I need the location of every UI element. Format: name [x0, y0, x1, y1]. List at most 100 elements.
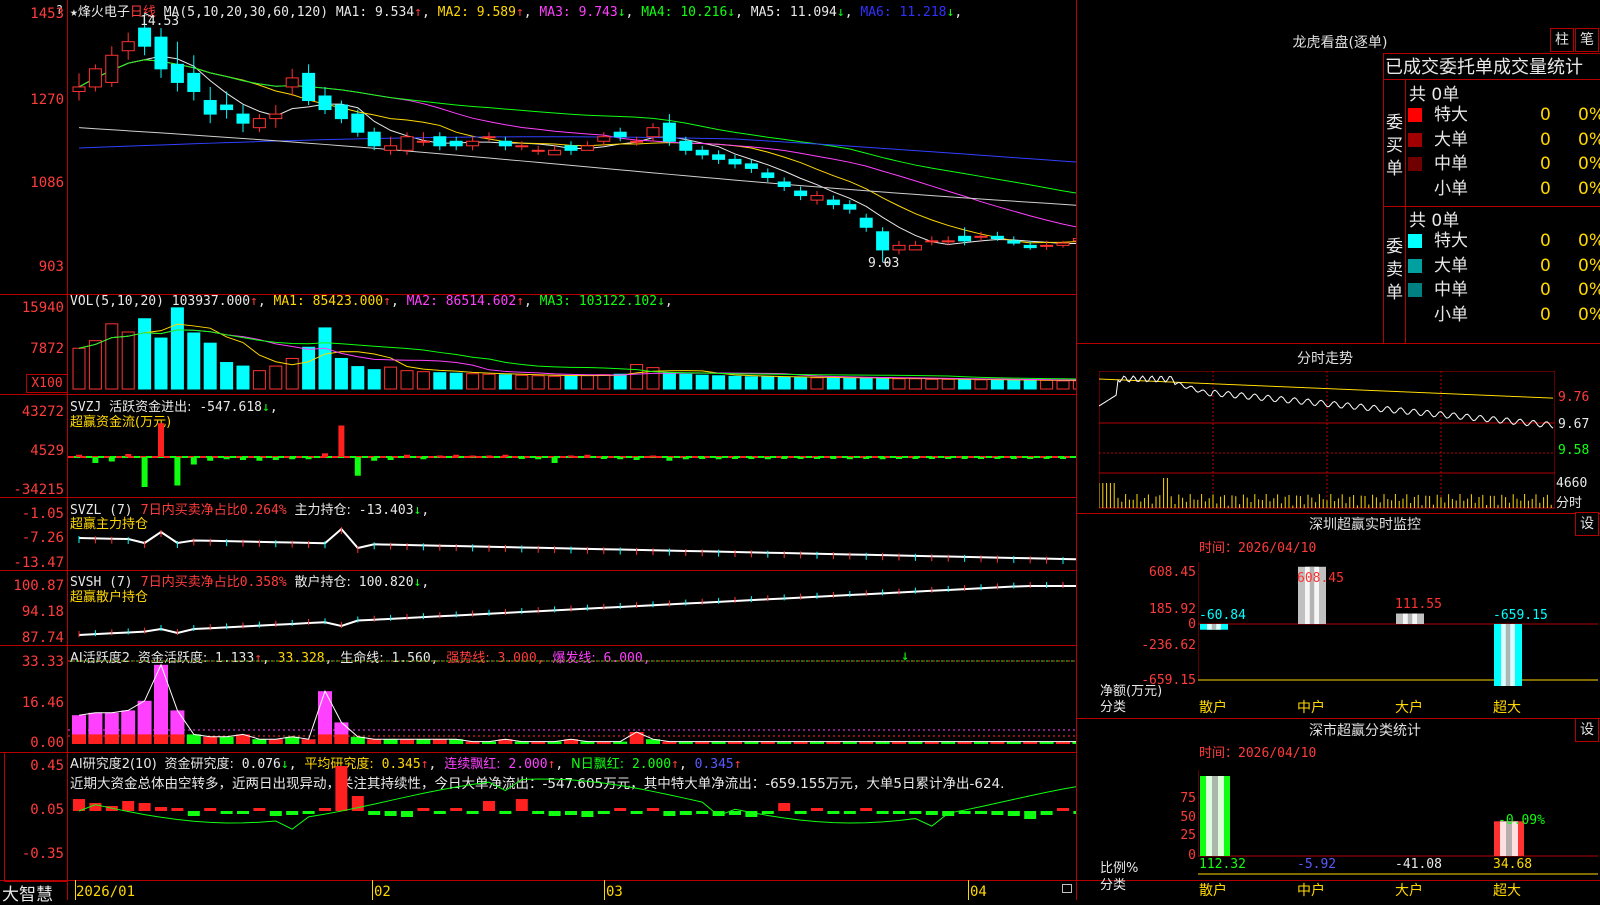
fund-flow-bar [518, 457, 525, 459]
research-bar [122, 801, 135, 811]
svzj-y-tick: 4529 [30, 443, 64, 459]
fund-flow-bar [338, 425, 345, 457]
volume-chart[interactable] [68, 295, 1076, 394]
buy-row-label: 中单 [1434, 154, 1468, 174]
svzj-chart[interactable] [68, 395, 1076, 497]
date-label: 04 [970, 884, 987, 900]
fund-flow-bar [863, 457, 870, 459]
tick-mode-button[interactable]: 笔 [1575, 28, 1599, 52]
research-bar [335, 766, 348, 811]
activity-bar [219, 736, 234, 744]
date-tick [604, 880, 605, 900]
svzl-chart[interactable] [68, 498, 1076, 570]
vol-unit-button[interactable]: X100 [26, 374, 68, 393]
ai-research-chart[interactable] [68, 753, 1076, 880]
volume-bar [154, 337, 168, 390]
candle [449, 136, 463, 151]
candle [351, 109, 365, 137]
candle [154, 28, 168, 78]
divider [1076, 343, 1600, 344]
candle [761, 168, 775, 182]
category-label: 超大 [1493, 883, 1521, 899]
research-bar [548, 811, 561, 816]
category-value: -5.92 [1297, 857, 1337, 872]
date-tick [968, 880, 969, 900]
fund-flow-bar [879, 457, 886, 460]
divider [1383, 53, 1384, 343]
volume-bar [662, 372, 676, 390]
fund-flow-bar [305, 457, 312, 460]
volume-bar [400, 370, 414, 390]
volume-bar [826, 377, 840, 390]
category-bar [1396, 613, 1424, 624]
fund-flow-bar [896, 457, 902, 459]
candle [252, 114, 266, 133]
research-bar [220, 811, 233, 814]
fund-flow-bar [486, 455, 492, 458]
buy-row-count: 0 [1540, 154, 1551, 174]
category-value: 608.45 [1297, 571, 1344, 586]
sz-monitor-chart[interactable] [1198, 562, 1600, 714]
svsh-chart[interactable] [68, 571, 1076, 645]
vol-y-tick: 7872 [30, 341, 64, 357]
candle [892, 240, 906, 255]
activity-bar [400, 739, 414, 744]
date-tick [372, 880, 373, 900]
bar-mode-button[interactable]: 柱 [1550, 28, 1574, 52]
candle [531, 145, 545, 155]
fund-flow-bar [568, 455, 574, 458]
volume-bar [285, 357, 299, 390]
volume-bar [498, 374, 512, 390]
sz-class-settings-button[interactable]: 设 [1575, 718, 1599, 742]
category-label: 大户 [1395, 883, 1423, 899]
fund-flow-bar [650, 455, 656, 458]
fund-flow-bar [76, 454, 82, 457]
svzj-y-tick: -34215 [13, 482, 64, 498]
research-bar [171, 808, 184, 811]
activity-bar [301, 739, 316, 744]
research-bar [614, 808, 627, 811]
intraday-chart[interactable] [1099, 371, 1555, 509]
research-bar [384, 811, 397, 816]
sell-row-pct: 0% [1578, 304, 1600, 325]
lock-icon[interactable] [1062, 884, 1072, 893]
volume-bar [630, 364, 644, 390]
activity-bar [88, 712, 103, 744]
category-value: -60.84 [1199, 608, 1246, 623]
fund-flow-bar [256, 457, 263, 461]
candle [826, 195, 840, 210]
longhu-tabs[interactable]: 已成交委托单成交量统计 [1385, 53, 1600, 79]
volume-bar [121, 331, 135, 390]
research-bar [237, 811, 249, 814]
fund-flow-bar [961, 457, 968, 459]
fund-flow-bar [453, 454, 460, 457]
fund-flow-bar [551, 457, 558, 463]
volume-bar [187, 332, 201, 390]
buy-row-label: 小单 [1434, 178, 1468, 199]
volume-bar [1040, 379, 1054, 390]
research-bar [483, 801, 495, 811]
candle [843, 200, 857, 214]
category-value: -659.15 [1493, 608, 1548, 623]
candle [662, 114, 676, 146]
sz-monitor-y-tick: -236.62 [1141, 638, 1196, 653]
volume-bar [564, 375, 578, 390]
color-swatch [1408, 132, 1422, 147]
ai-active-chart[interactable]: ↓ [68, 646, 1076, 752]
candle [810, 191, 824, 205]
date-label: 02 [374, 884, 391, 900]
category-label: 散户 [1199, 700, 1227, 716]
volume-bar [302, 346, 316, 390]
volume-bar [728, 375, 742, 390]
sz-monitor-settings-button[interactable]: 设 [1575, 512, 1599, 536]
candle [908, 240, 922, 251]
price-y-tick: 1270 [30, 92, 64, 108]
volume-bar [679, 373, 693, 390]
fund-flow-bar [469, 455, 476, 458]
candle [88, 64, 102, 92]
fund-flow-bar [289, 457, 296, 460]
intraday-vol-value: 4660 [1556, 476, 1588, 491]
price-chart[interactable] [68, 0, 1076, 294]
sell-total: 共 0单 [1409, 211, 1460, 231]
research-bar [1040, 811, 1053, 815]
